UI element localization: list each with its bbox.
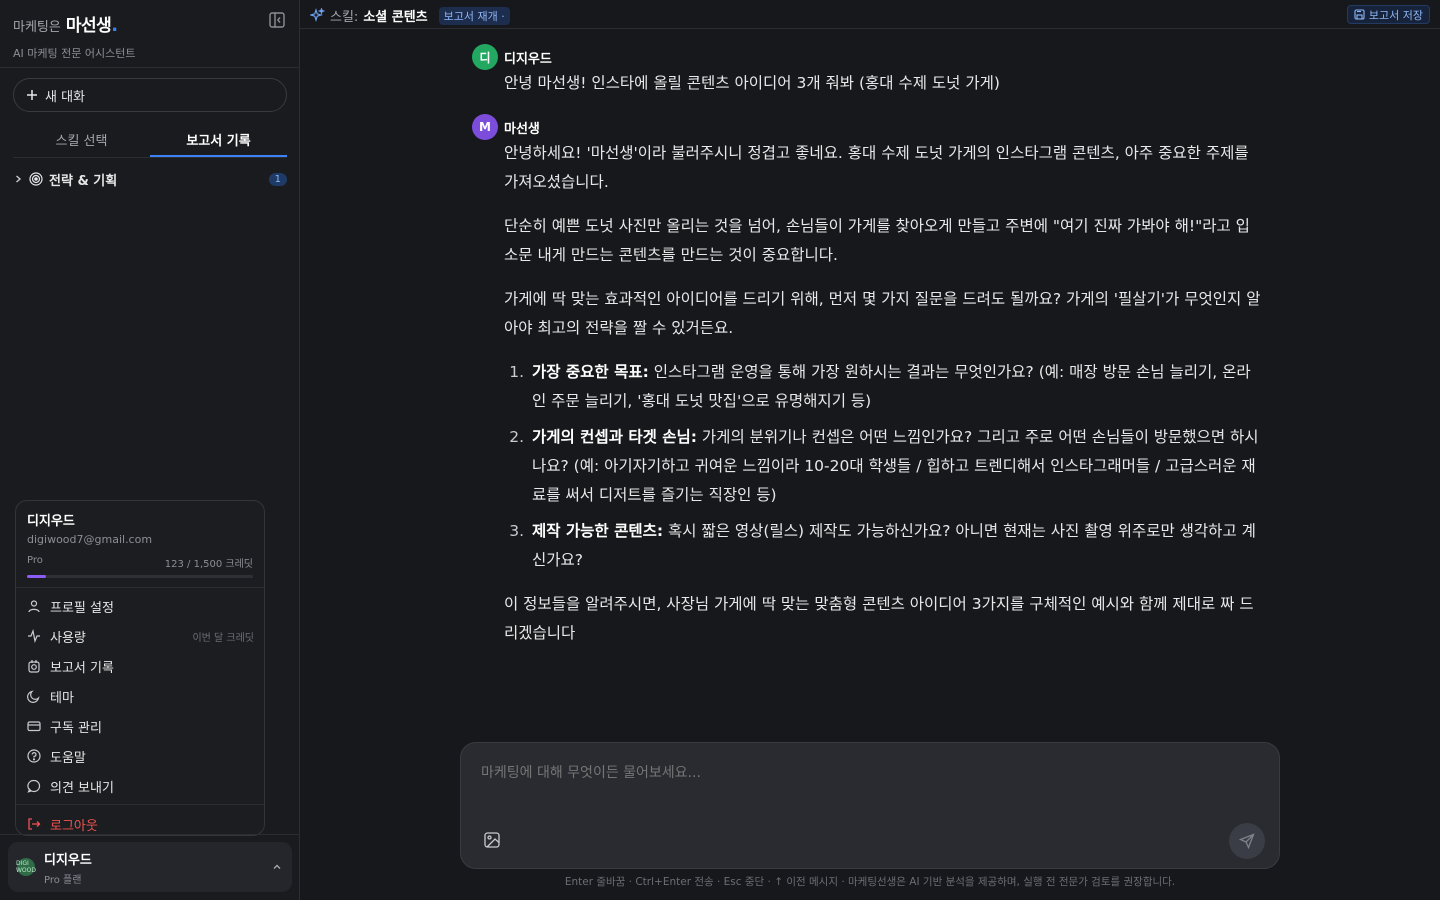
user-menu-email: digiwood7@gmail.com [27, 533, 153, 546]
list-item: 1. 가장 중요한 목표: 인스타그램 운영을 통해 가장 원하시는 결과는 무… [504, 358, 1262, 416]
status-badge: 보고서 재개 · [438, 6, 510, 25]
list-item-title: 가게의 컨셉과 타겟 손님: [532, 428, 697, 446]
account-name: 디지우드 [44, 852, 92, 868]
message-author: 디지우드 [504, 51, 552, 67]
menu-item-label: 사용량 [50, 630, 86, 646]
menu-item-report-history[interactable]: 보고서 기록 [16, 651, 264, 681]
current-skill: 스킬: 소셜 콘텐츠 보고서 재개 · [310, 6, 510, 25]
user-menu-plan: Pro [27, 555, 43, 566]
message-icon [27, 779, 41, 793]
user-menu-name: 디지우드 [27, 514, 75, 529]
message-paragraph: 가게에 딱 맞는 효과적인 아이디어를 드리기 위해, 먼저 몇 가지 질문을 … [504, 290, 1261, 337]
user-message: 디 디지우드 안녕 마선생! 인스타에 올릴 콘텐츠 아이디어 3개 줘봐 (홍… [472, 44, 1262, 113]
avatar: 디 [472, 44, 498, 70]
menu-item-subscription[interactable]: 구독 관리 [16, 711, 264, 741]
sidebar-tabs: 스킬 선택 보고서 기록 [13, 124, 287, 158]
brand-name: 마선생 [65, 16, 112, 36]
menu-item-help[interactable]: 도움말 [16, 741, 264, 771]
question-list: 1. 가장 중요한 목표: 인스타그램 운영을 통해 가장 원하시는 결과는 무… [504, 358, 1262, 575]
divider [0, 67, 300, 68]
skill-name: 소셜 콘텐츠 [363, 10, 428, 25]
save-report-label: 보고서 저장 [1368, 8, 1423, 22]
list-item-title: 제작 가능한 콘텐츠: [532, 522, 664, 540]
avatar: M [472, 114, 498, 140]
moon-icon [27, 690, 40, 703]
menu-item-label: 구독 관리 [50, 720, 102, 736]
composer-hint: Enter 줄바꿈 · Ctrl+Enter 전송 · Esc 중단 · ↑ 이… [564, 876, 1176, 888]
send-icon [1239, 833, 1255, 849]
menu-item-hint: 이번 달 크레딧 [192, 632, 254, 644]
list-item: 2. 가게의 컨셉과 타겟 손님: 가게의 분위기나 컨셉은 어떤 느낌인가요?… [504, 423, 1262, 510]
account-plan: Pro 플랜 [44, 874, 82, 886]
brand-dot: . [111, 15, 119, 36]
account-switcher[interactable]: DIGI WOOD 디지우드 Pro 플랜 [8, 842, 292, 892]
report-icon [28, 660, 40, 673]
help-icon [27, 749, 41, 763]
brand-tagline: 마케팅은 [13, 20, 61, 35]
tab-report-history[interactable]: 보고서 기록 [150, 124, 287, 157]
chevron-right-icon [16, 175, 22, 183]
message-paragraph: 단순히 예쁜 도넛 사진만 올리는 것을 넘어, 손님들이 가게를 찾아오게 만… [504, 217, 1250, 264]
list-item-title: 가장 중요한 목표: [532, 363, 649, 381]
user-menu: 디지우드 digiwood7@gmail.com Pro 123 / 1,500… [15, 500, 265, 836]
avatar: DIGI WOOD [16, 858, 36, 876]
image-icon [484, 832, 500, 848]
target-icon [29, 172, 43, 186]
chevron-up-icon [273, 864, 281, 869]
message-paragraph: 이 정보들을 알려주시면, 사장님 가게에 딱 맞는 맞춤형 콘텐츠 아이디어 … [504, 595, 1254, 642]
menu-item-label: 도움말 [50, 750, 86, 766]
brand: 마케팅은 마선생 . AI 마케팅 전문 어시스턴트 [13, 11, 135, 61]
skill-prefix: 스킬: [330, 10, 359, 25]
logout-icon [28, 818, 41, 830]
new-chat-label: 새 대화 [45, 89, 86, 105]
credit-card-icon [27, 721, 41, 732]
user-menu-header: 디지우드 digiwood7@gmail.com Pro 123 / 1,500… [16, 501, 264, 578]
message-paragraph: 안녕하세요! '마선생'이라 불러주시니 정겹고 좋네요. 홍대 수제 도넛 가… [504, 144, 1249, 191]
category-strategy-planning[interactable]: 전략 & 기획 1 [13, 168, 287, 190]
user-icon [28, 600, 40, 613]
plus-icon [27, 90, 37, 100]
logout-button[interactable]: 로그아웃 [16, 809, 264, 835]
list-number: 2. [509, 428, 524, 446]
message-author: 마선생 [504, 121, 540, 137]
send-button[interactable] [1229, 823, 1265, 859]
message-composer [460, 742, 1280, 869]
menu-item-profile[interactable]: 프로필 설정 [16, 591, 264, 621]
attach-image-button[interactable] [483, 831, 503, 851]
logout-label: 로그아웃 [50, 818, 98, 834]
category-count-badge: 1 [268, 172, 287, 186]
tab-skill-select[interactable]: 스킬 선택 [13, 124, 150, 157]
credit-progress-bar [27, 575, 253, 578]
category-label: 전략 & 기획 [49, 173, 118, 189]
menu-item-label: 보고서 기록 [50, 660, 114, 676]
sidebar-collapse-icon [269, 12, 285, 28]
list-number: 1. [509, 363, 524, 381]
list-item: 3. 제작 가능한 콘텐츠: 혹시 짧은 영상(릴스) 제작도 가능하신가요? … [504, 517, 1262, 575]
message-text: 안녕 마선생! 인스타에 올릴 콘텐츠 아이디어 3개 줘봐 (홍대 수제 도넛… [504, 74, 1000, 92]
new-chat-button[interactable]: 새 대화 [13, 78, 287, 112]
divider [16, 804, 264, 805]
menu-item-label: 테마 [50, 690, 74, 706]
collapse-sidebar-button[interactable] [268, 11, 286, 29]
top-bar: 스킬: 소셜 콘텐츠 보고서 재개 · 보고서 저장 [300, 0, 1440, 29]
message-input[interactable] [481, 765, 1241, 781]
menu-item-label: 프로필 설정 [50, 600, 114, 616]
sparkles-icon [310, 8, 325, 22]
menu-item-label: 의견 보내기 [50, 780, 114, 796]
menu-item-theme[interactable]: 테마 [16, 681, 264, 711]
divider [0, 834, 300, 835]
sidebar: 마케팅은 마선생 . AI 마케팅 전문 어시스턴트 새 대화 스킬 선택 보고… [0, 0, 300, 900]
save-icon [1354, 9, 1365, 20]
save-report-button[interactable]: 보고서 저장 [1346, 5, 1430, 24]
assistant-message: M 마선생 안녕하세요! '마선생'이라 불러주시니 정겹고 좋네요. 홍대 수… [472, 114, 1262, 663]
menu-item-usage[interactable]: 사용량 이번 달 크레딧 [16, 621, 264, 651]
brand-subtitle: AI 마케팅 전문 어시스턴트 [13, 47, 136, 60]
user-menu-credits: 123 / 1,500 크레딧 [164, 559, 253, 570]
credit-progress-fill [27, 575, 46, 578]
list-number: 3. [509, 522, 524, 540]
activity-icon [28, 629, 40, 643]
menu-item-feedback[interactable]: 의견 보내기 [16, 771, 264, 801]
